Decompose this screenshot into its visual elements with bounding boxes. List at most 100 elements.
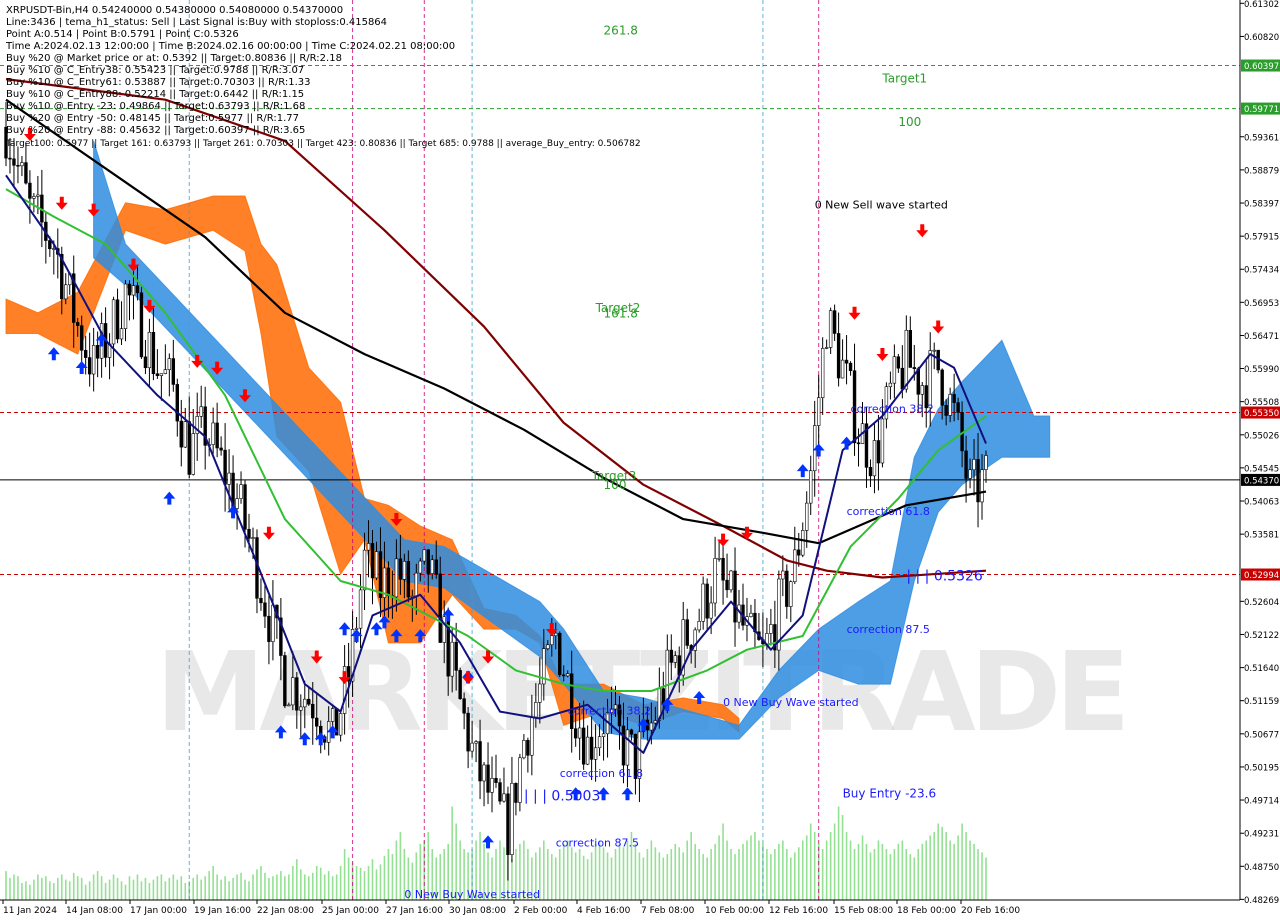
volume-bar	[789, 857, 792, 900]
candle-body	[872, 440, 877, 477]
candle-body	[980, 469, 984, 503]
price-tick-label: 0.50677	[1244, 730, 1279, 740]
volume-bar	[172, 874, 175, 900]
candle-body	[450, 641, 454, 677]
candle-body	[888, 382, 893, 388]
candle-body	[8, 157, 12, 160]
volume-bar	[160, 874, 163, 900]
volume-bar	[829, 832, 832, 900]
info-line-6: Buy %10 @ C_Entry61: 0.53887 || Target:0…	[6, 77, 311, 88]
price-tick-label: 0.55350	[1244, 409, 1279, 419]
candle-body	[478, 741, 482, 782]
volume-bar	[288, 874, 290, 900]
candle-body	[183, 421, 187, 448]
volume-bar	[714, 843, 716, 900]
volume-bar	[379, 864, 382, 900]
volume-bar	[845, 832, 848, 900]
candle-body	[944, 404, 948, 416]
candle-body	[311, 703, 315, 719]
info-line-4: Buy %20 @ Market price or at: 0.5392 || …	[6, 53, 342, 64]
volume-bar	[236, 874, 238, 900]
candle-body	[486, 764, 490, 793]
volume-bar	[371, 859, 374, 900]
volume-bar	[574, 852, 577, 900]
volume-bar	[889, 854, 892, 900]
volume-bar	[893, 849, 896, 900]
candle-body	[474, 741, 478, 744]
volume-bar	[355, 866, 358, 900]
volume-bar	[41, 877, 43, 900]
volume-bar	[718, 835, 720, 900]
volume-bar	[622, 847, 625, 900]
candle-body	[115, 299, 120, 340]
volume-bar	[913, 857, 916, 900]
volume-bar	[284, 876, 286, 900]
price-tick-label: 0.49714	[1244, 797, 1279, 807]
volume-bar	[276, 874, 278, 900]
candle-body	[916, 368, 920, 395]
volume-bar	[865, 843, 868, 900]
candle-body	[518, 757, 522, 803]
candle-body	[797, 549, 801, 556]
volume-bar	[543, 840, 545, 900]
candle-body	[952, 394, 956, 403]
volume-bar	[292, 866, 294, 900]
price-tick-label: 0.51159	[1244, 697, 1279, 707]
volume-bar	[347, 857, 350, 900]
volume-bar	[29, 884, 31, 900]
candle-body	[454, 641, 458, 671]
candle-body	[139, 292, 144, 358]
price-chart[interactable]: MARKETZITRADE 261.8Target1100Target2161.…	[0, 0, 1280, 920]
candle-body	[438, 573, 442, 643]
candle-body	[159, 373, 164, 376]
time-tick-label: 7 Feb 08:00	[641, 906, 695, 916]
candle-body	[414, 572, 419, 597]
volume-bar	[730, 849, 732, 900]
volume-bar	[240, 872, 242, 900]
candle-body	[880, 418, 885, 464]
volume-bar	[5, 871, 7, 900]
chart-annotation: 0 New Buy Wave started	[723, 696, 859, 709]
time-tick-label: 19 Jan 16:00	[194, 906, 251, 916]
candle-body	[307, 698, 311, 705]
candle-body	[215, 422, 219, 449]
volume-bar	[128, 876, 131, 900]
volume-bar	[116, 877, 119, 900]
candle-body	[91, 345, 96, 375]
info-line-1: Line:3436 | tema_h1_status: Sell | Last …	[6, 17, 387, 28]
candle-body	[223, 449, 227, 485]
price-tick-label: 0.48269	[1244, 896, 1279, 906]
volume-bar	[327, 871, 330, 900]
volume-bar	[698, 849, 700, 900]
candle-body	[569, 673, 574, 730]
candle-body	[303, 698, 307, 708]
chart-window[interactable]: MARKETZITRADE 261.8 Target1 100 Target2 161.…	[0, 0, 1280, 920]
price-tick-label: 0.56953	[1244, 299, 1279, 309]
info-line-2: Point A:0.514 | Point B:0.5791 | Point C…	[6, 29, 239, 40]
volume-bar	[813, 832, 816, 900]
candle-body	[526, 739, 530, 756]
volume-bar	[72, 872, 75, 900]
candle-body	[36, 194, 40, 197]
chart-annotation: correction 87.5	[556, 836, 639, 849]
candle-body	[649, 722, 654, 731]
candle-body	[789, 581, 793, 607]
time-tick-label: 2 Feb 00:00	[514, 906, 568, 916]
candle-body	[824, 347, 829, 349]
candle-body	[502, 793, 506, 802]
candle-body	[733, 570, 737, 623]
volume-bar	[395, 840, 398, 900]
candle-body	[299, 706, 303, 711]
candle-body	[338, 713, 343, 736]
volume-bar	[176, 879, 179, 900]
candle-body	[705, 583, 709, 619]
time-tick-label: 10 Feb 00:00	[705, 906, 764, 916]
candle-body	[546, 644, 550, 649]
candle-body	[79, 325, 84, 351]
volume-bar	[793, 852, 796, 900]
candle-body	[908, 329, 913, 368]
candle-body	[848, 362, 853, 372]
candle-body	[263, 602, 267, 617]
candle-body	[554, 632, 558, 637]
volume-bar	[610, 857, 613, 900]
